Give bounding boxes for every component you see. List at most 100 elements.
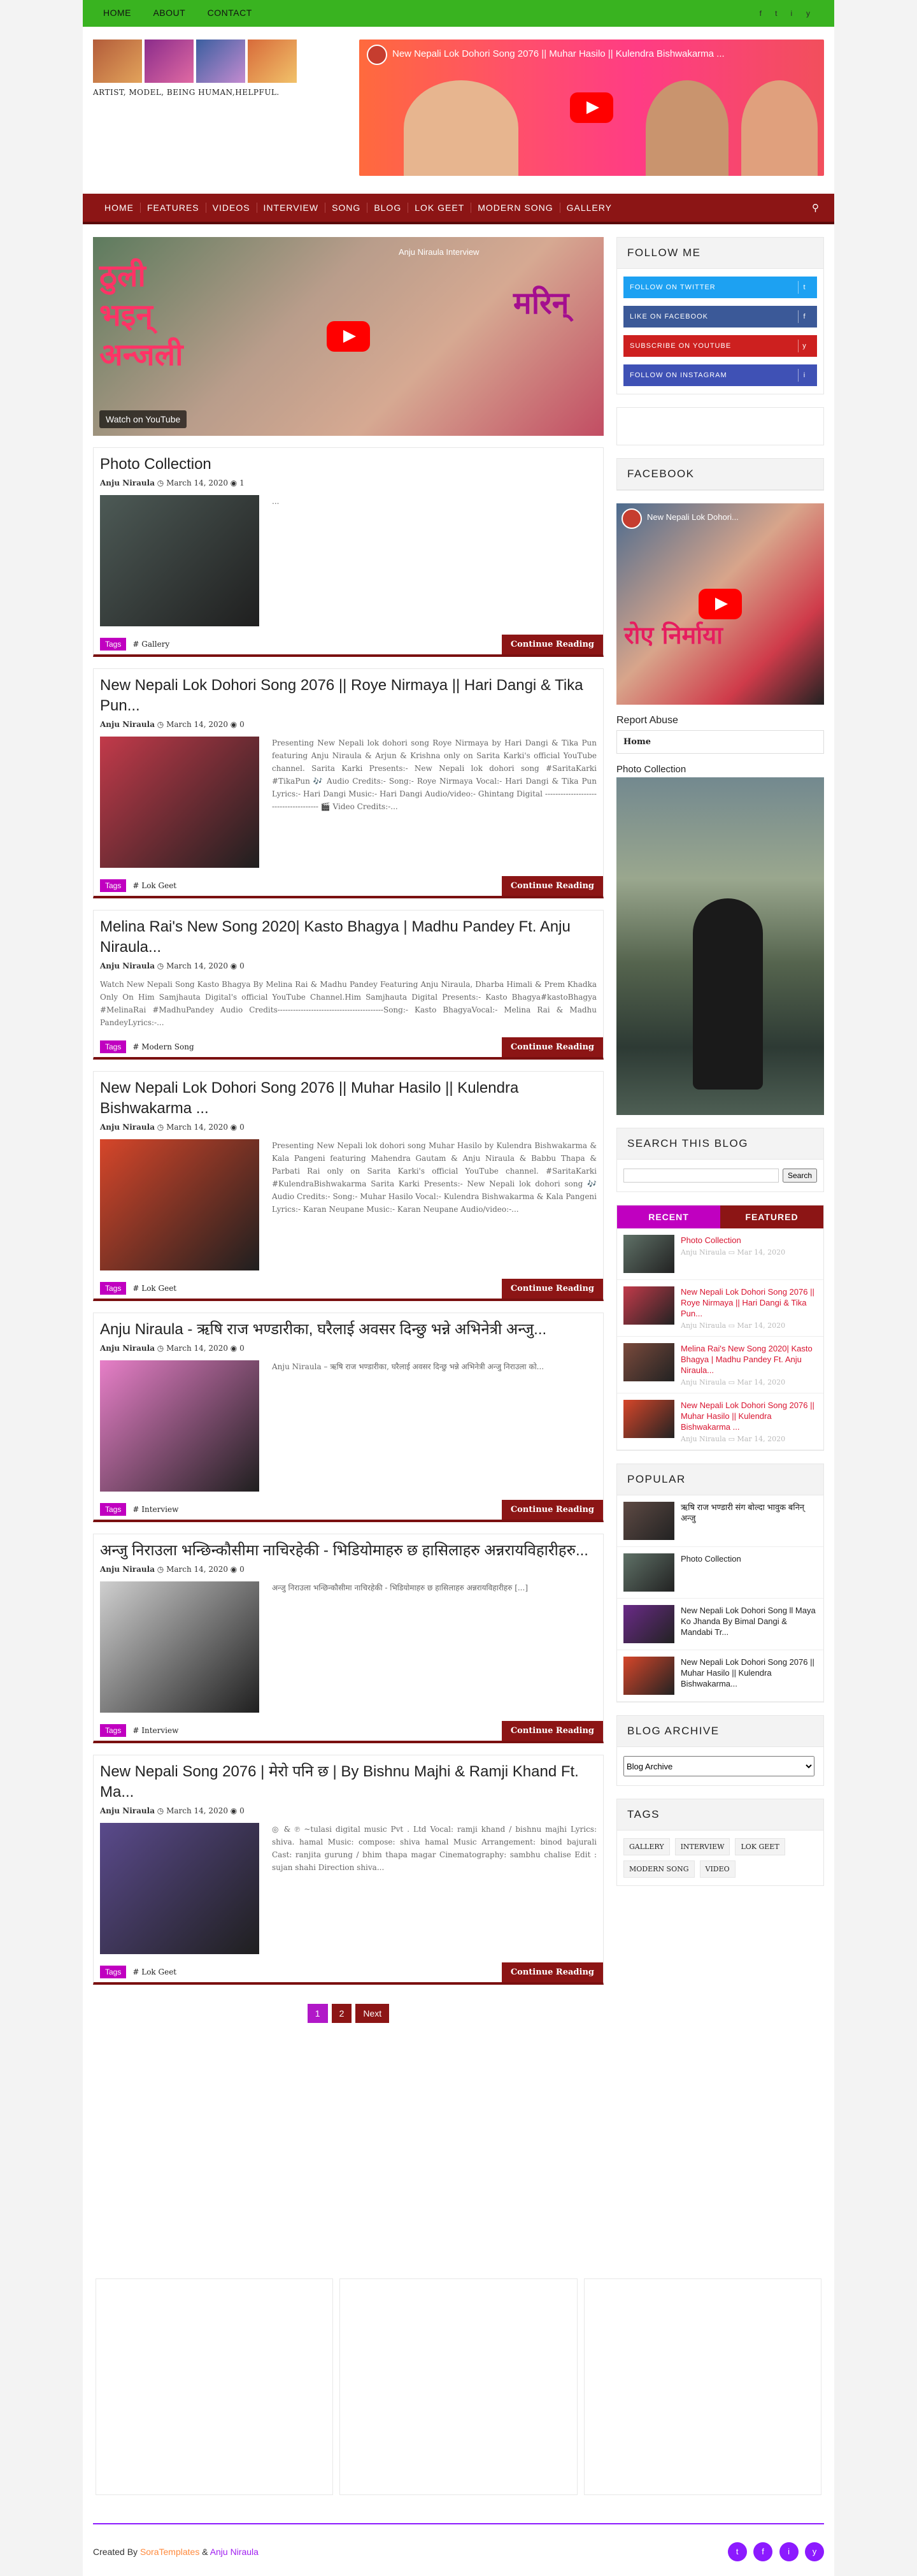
- header-video[interactable]: New Nepali Lok Dohori Song 2076 || Muhar…: [359, 40, 824, 176]
- topnav-about[interactable]: ABOUT: [153, 8, 185, 18]
- post-title[interactable]: New Nepali Song 2076 | मेरो पनि छ | By B…: [94, 1762, 603, 1802]
- post-author[interactable]: Anju Niraula: [100, 479, 155, 487]
- nav-modern-song[interactable]: MODERN SONG: [471, 203, 560, 213]
- popular-thumbnail[interactable]: [623, 1553, 674, 1592]
- featured-video[interactable]: ठुली भइन् अन्जली मरिन् Anju Niraula Inte…: [93, 237, 604, 436]
- post-comments[interactable]: 0: [239, 1344, 245, 1353]
- follow-row[interactable]: LIKE ON FACEBOOK f: [623, 306, 817, 327]
- recent-item[interactable]: Melina Rai's New Song 2020| Kasto Bhagya…: [617, 1337, 823, 1393]
- recent-title[interactable]: Melina Rai's New Song 2020| Kasto Bhagya…: [681, 1343, 817, 1376]
- recent-title[interactable]: Photo Collection: [681, 1235, 785, 1246]
- recent-title[interactable]: New Nepali Lok Dohori Song 2076 || Roye …: [681, 1286, 817, 1319]
- search-input[interactable]: [623, 1169, 779, 1183]
- post-tag[interactable]: # Modern Song: [132, 1042, 194, 1051]
- nav-lok-geet[interactable]: LOK GEET: [408, 203, 472, 213]
- post-thumbnail[interactable]: [100, 1581, 259, 1713]
- post-tag[interactable]: # Lok Geet: [132, 1968, 176, 1976]
- recent-item[interactable]: New Nepali Lok Dohori Song 2076 || Muhar…: [617, 1393, 823, 1450]
- tag-chip[interactable]: LOK GEET: [735, 1838, 785, 1855]
- tag-chip[interactable]: MODERN SONG: [623, 1860, 695, 1878]
- popular-title[interactable]: New Nepali Lok Dohori Song 2076 || Muhar…: [681, 1657, 817, 1695]
- topnav-contact[interactable]: CONTACT: [208, 8, 252, 18]
- post-author[interactable]: Anju Niraula: [100, 961, 155, 970]
- post-thumbnail[interactable]: [100, 1139, 259, 1270]
- facebook-icon[interactable]: f: [760, 9, 767, 18]
- recent-item[interactable]: Photo Collection Anju Niraula ▭ Mar 14, 2…: [617, 1228, 823, 1280]
- tab-featured[interactable]: FEATURED: [720, 1205, 823, 1228]
- recent-thumbnail[interactable]: [623, 1235, 674, 1273]
- tab-recent[interactable]: RECENT: [617, 1205, 720, 1228]
- search-button[interactable]: Search: [782, 1169, 817, 1183]
- nav-blog[interactable]: BLOG: [367, 203, 409, 213]
- popular-thumbnail[interactable]: [623, 1657, 674, 1695]
- post-author[interactable]: Anju Niraula: [100, 720, 155, 729]
- play-icon[interactable]: [570, 92, 613, 123]
- follow-row[interactable]: FOLLOW ON TWITTER t: [623, 277, 817, 298]
- topnav-home[interactable]: HOME: [103, 8, 131, 18]
- soratemplates-link[interactable]: SoraTemplates: [140, 2547, 199, 2557]
- popular-item[interactable]: New Nepali Lok Dohori Song ll Maya Ko Jh…: [617, 1599, 823, 1650]
- continue-reading-button[interactable]: Continue Reading: [501, 875, 603, 896]
- post-thumbnail[interactable]: [100, 737, 259, 868]
- play-icon[interactable]: [327, 321, 370, 352]
- recent-thumbnail[interactable]: [623, 1286, 674, 1325]
- recent-title[interactable]: New Nepali Lok Dohori Song 2076 || Muhar…: [681, 1400, 817, 1432]
- continue-reading-button[interactable]: Continue Reading: [501, 1962, 603, 1982]
- post-tag[interactable]: # Lok Geet: [132, 1284, 176, 1293]
- post-thumbnail[interactable]: [100, 495, 259, 626]
- popular-item[interactable]: ऋषि राज भण्डारी संग बोल्दा भावुक बनिन् अ…: [617, 1495, 823, 1547]
- page-1[interactable]: 1: [307, 2004, 328, 2023]
- nav-home[interactable]: HOME: [98, 203, 141, 213]
- follow-row[interactable]: SUBSCRIBE ON YOUTUBE y: [623, 335, 817, 357]
- popular-thumbnail[interactable]: [623, 1605, 674, 1643]
- post-comments[interactable]: 1: [239, 479, 245, 487]
- page-next[interactable]: Next: [355, 2004, 390, 2023]
- popular-thumbnail[interactable]: [623, 1502, 674, 1540]
- page-2[interactable]: 2: [331, 2004, 352, 2023]
- post-comments[interactable]: 0: [239, 961, 245, 970]
- nav-song[interactable]: SONG: [325, 203, 368, 213]
- post-author[interactable]: Anju Niraula: [100, 1806, 155, 1815]
- post-title[interactable]: Anju Niraula - ऋषि राज भण्डारीका, घरैलाई…: [94, 1320, 603, 1340]
- continue-reading-button[interactable]: Continue Reading: [501, 634, 603, 654]
- post-comments[interactable]: 0: [239, 1123, 245, 1132]
- tag-chip[interactable]: INTERVIEW: [674, 1838, 730, 1855]
- photo-collection-image[interactable]: [616, 777, 824, 1115]
- post-comments[interactable]: 0: [239, 1806, 245, 1815]
- tag-chip[interactable]: GALLERY: [623, 1838, 670, 1855]
- popular-title[interactable]: ऋषि राज भण्डारी संग बोल्दा भावुक बनिन् अ…: [681, 1502, 817, 1540]
- instagram-icon[interactable]: i: [779, 2542, 799, 2561]
- nav-videos[interactable]: VIDEOS: [206, 203, 257, 213]
- facebook-icon[interactable]: f: [753, 2542, 773, 2561]
- popular-title[interactable]: New Nepali Lok Dohori Song ll Maya Ko Jh…: [681, 1605, 817, 1643]
- play-icon[interactable]: [699, 589, 742, 619]
- post-title[interactable]: अन्जु निराउला भन्छिन्कौसीमा नाचिरहेकी - …: [94, 1541, 603, 1561]
- youtube-icon[interactable]: y: [806, 9, 814, 18]
- post-title[interactable]: New Nepali Lok Dohori Song 2076 || Muhar…: [94, 1078, 603, 1119]
- archive-select[interactable]: Blog Archive: [623, 1756, 814, 1776]
- post-author[interactable]: Anju Niraula: [100, 1123, 155, 1132]
- continue-reading-button[interactable]: Continue Reading: [501, 1720, 603, 1741]
- post-tag[interactable]: # Interview: [132, 1726, 178, 1735]
- post-author[interactable]: Anju Niraula: [100, 1565, 155, 1574]
- twitter-icon[interactable]: t: [727, 2542, 747, 2561]
- report-abuse-link[interactable]: Report Abuse: [616, 715, 824, 726]
- nav-interview[interactable]: INTERVIEW: [257, 203, 326, 213]
- logo[interactable]: [93, 40, 297, 83]
- instagram-icon[interactable]: i: [791, 9, 799, 18]
- search-icon[interactable]: ⚲: [812, 202, 819, 213]
- continue-reading-button[interactable]: Continue Reading: [501, 1278, 603, 1299]
- author-link[interactable]: Anju Niraula: [210, 2547, 259, 2557]
- youtube-icon[interactable]: y: [805, 2542, 824, 2561]
- post-tag[interactable]: # Interview: [132, 1505, 178, 1514]
- post-tag[interactable]: # Gallery: [132, 640, 169, 649]
- nav-gallery[interactable]: GALLERY: [560, 203, 618, 213]
- follow-row[interactable]: FOLLOW ON INSTAGRAM i: [623, 364, 817, 386]
- nav-features[interactable]: FEATURES: [141, 203, 206, 213]
- post-comments[interactable]: 0: [239, 1565, 245, 1574]
- recent-thumbnail[interactable]: [623, 1400, 674, 1438]
- popular-title[interactable]: Photo Collection: [681, 1553, 741, 1592]
- tag-chip[interactable]: VIDEO: [699, 1860, 736, 1878]
- pages-home[interactable]: Home: [616, 730, 824, 754]
- sidebar-video[interactable]: New Nepali Lok Dohori... रोए निर्माया: [616, 503, 824, 705]
